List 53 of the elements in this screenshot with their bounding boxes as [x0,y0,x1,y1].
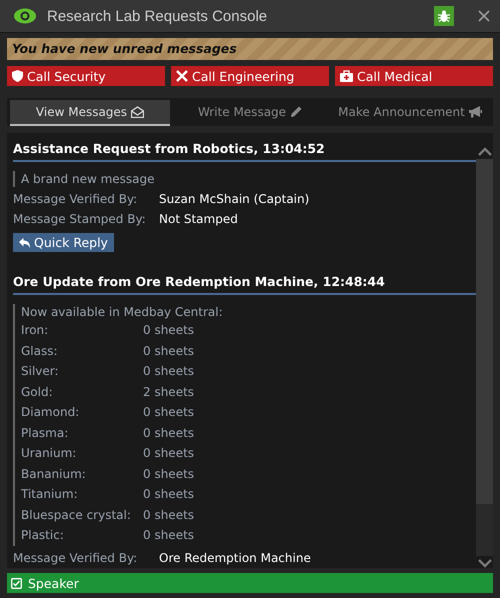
material-name: Uranium: [21,445,78,462]
notice-banner: You have new unread messages [7,38,493,60]
material-name: Glass: [21,342,59,360]
material-amount: 0 sheets [143,424,194,442]
window-title: Research Lab Requests Console [47,8,268,24]
field-label: Message Verified By: [13,191,138,208]
tab[interactable]: Write Message [170,100,330,126]
reply-icon [19,238,30,248]
material-amount: 0 sheets [143,445,194,462]
field-label: Message Verified By: [13,550,138,566]
message-text: A brand new message [21,171,156,187]
material-amount: 0 sheets [143,404,194,421]
material-amount: 0 sheets [143,322,194,339]
material-amount: 0 sheets [143,527,194,544]
material-name: Titanium: [21,486,79,503]
material-name: Silver: [21,363,60,380]
tab[interactable]: Make Announcement [330,100,490,126]
pencil-icon [290,106,302,118]
envelope-icon [131,106,144,118]
shield-icon [12,70,23,82]
material-name: Gold: [21,384,54,400]
close-icon[interactable] [478,10,490,22]
material-name: Iron: [21,322,50,339]
scrollbar[interactable] [476,159,493,556]
call-medical-button[interactable]: Call Medical [335,66,493,86]
field-value: Ore Redemption Machine [159,550,311,566]
call-security-button[interactable]: Call Security [7,66,165,86]
scroll-down-icon[interactable] [478,559,492,568]
material-name: Diamond: [21,404,80,421]
material-name: Plastic: [21,527,65,544]
material-amount: 2 sheets [143,384,194,400]
material-name: Plasma: [21,424,70,442]
material-amount: 0 sheets [143,466,194,482]
field-label: Message Stamped By: [13,211,147,228]
field-value: Suzan McShain (Captain) [159,191,310,208]
material-amount: 0 sheets [143,342,194,360]
material-name: Bluespace crystal: [21,506,132,524]
speaker-toggle[interactable]: Speaker [7,573,493,593]
scroll-up-icon[interactable] [478,147,492,156]
call-engineering-button[interactable]: Call Engineering [171,66,329,86]
quick-reply-button[interactable]: Quick Reply [13,233,114,252]
material-amount: 0 sheets [143,486,194,503]
message-text: Now available in Medbay Central: [21,304,224,320]
megaphone-icon [468,106,482,118]
material-amount: 0 sheets [143,363,194,380]
eye-icon [13,8,37,24]
field-value: Not Stamped [159,211,238,228]
material-name: Bananium: [21,466,87,482]
tab[interactable]: View Messages [10,100,170,126]
bug-icon[interactable] [434,6,454,26]
medkit-icon [340,70,353,82]
material-amount: 0 sheets [143,506,194,524]
checkbox-icon [11,578,22,588]
